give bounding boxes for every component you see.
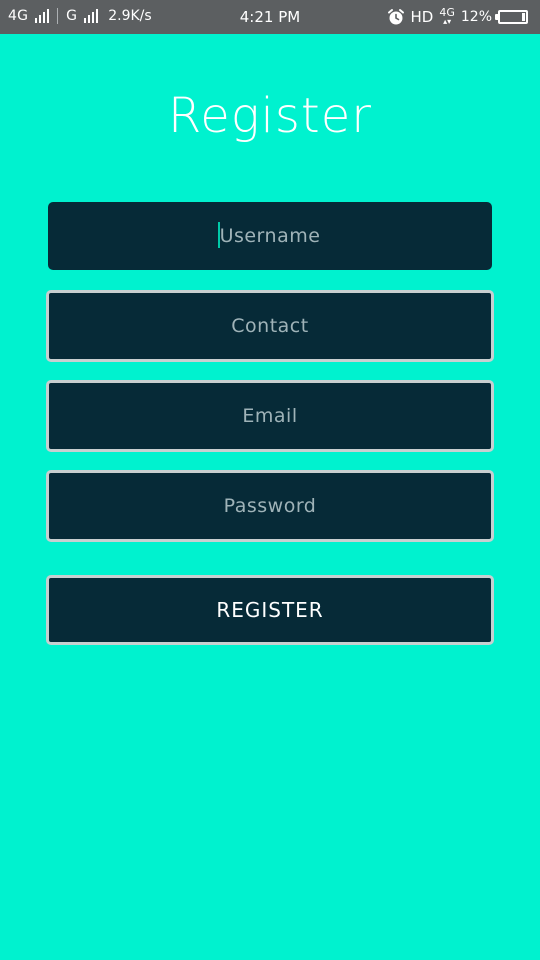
- alarm-clock-icon: [387, 8, 405, 26]
- username-input[interactable]: Username: [48, 202, 492, 270]
- battery-percent: 12%: [460, 8, 492, 25]
- username-placeholder: Username: [219, 225, 321, 247]
- email-input[interactable]: Email: [46, 380, 494, 452]
- page-title: Register: [168, 88, 372, 144]
- password-placeholder: Password: [223, 495, 317, 517]
- status-bar: 4G G 2.9K/s 4:21 PM HD 4G ▴▾ 12%: [0, 0, 540, 34]
- password-input[interactable]: Password: [46, 470, 494, 542]
- mobile-data-icon: 4G ▴▾: [439, 7, 455, 26]
- register-button[interactable]: REGISTER: [46, 575, 494, 645]
- contact-placeholder: Contact: [231, 315, 309, 337]
- hd-indicator: HD: [410, 7, 434, 26]
- status-bar-right: HD 4G ▴▾ 12%: [387, 7, 528, 26]
- text-cursor: [217, 222, 220, 248]
- battery-icon: [495, 9, 528, 24]
- battery-level-fill: [522, 12, 525, 21]
- data-arrows-icon: ▴▾: [443, 17, 452, 26]
- email-placeholder: Email: [242, 405, 298, 427]
- register-button-label: REGISTER: [216, 598, 324, 622]
- contact-input[interactable]: Contact: [46, 290, 494, 362]
